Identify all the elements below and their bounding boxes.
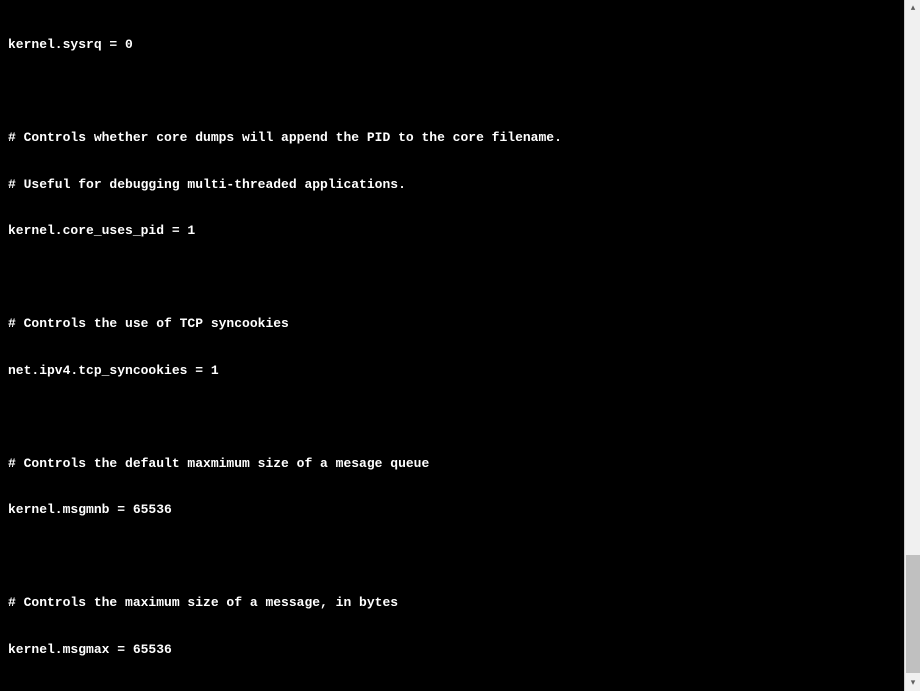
config-line: # Useful for debugging multi-threaded ap…	[8, 177, 896, 193]
config-line: # Controls the maximum size of a message…	[8, 595, 896, 611]
vertical-scrollbar[interactable]: ▴ ▾	[904, 0, 920, 691]
config-line: # Controls the default maxmimum size of …	[8, 456, 896, 472]
config-line	[8, 549, 896, 565]
config-line: kernel.core_uses_pid = 1	[8, 223, 896, 239]
scrollbar-thumb[interactable]	[906, 555, 920, 673]
config-line: # Controls whether core dumps will appen…	[8, 130, 896, 146]
terminal-content-area[interactable]: kernel.sysrq = 0 # Controls whether core…	[0, 0, 904, 691]
config-line	[8, 409, 896, 425]
config-line: kernel.msgmax = 65536	[8, 642, 896, 658]
scroll-down-arrow-icon[interactable]: ▾	[905, 675, 920, 691]
terminal-window: kernel.sysrq = 0 # Controls whether core…	[0, 0, 920, 691]
config-line: net.ipv4.tcp_syncookies = 1	[8, 363, 896, 379]
config-line: kernel.msgmnb = 65536	[8, 502, 896, 518]
config-line	[8, 270, 896, 286]
config-line: kernel.sysrq = 0	[8, 37, 896, 53]
config-line	[8, 84, 896, 100]
config-line: # Controls the use of TCP syncookies	[8, 316, 896, 332]
scroll-up-arrow-icon[interactable]: ▴	[905, 0, 920, 16]
